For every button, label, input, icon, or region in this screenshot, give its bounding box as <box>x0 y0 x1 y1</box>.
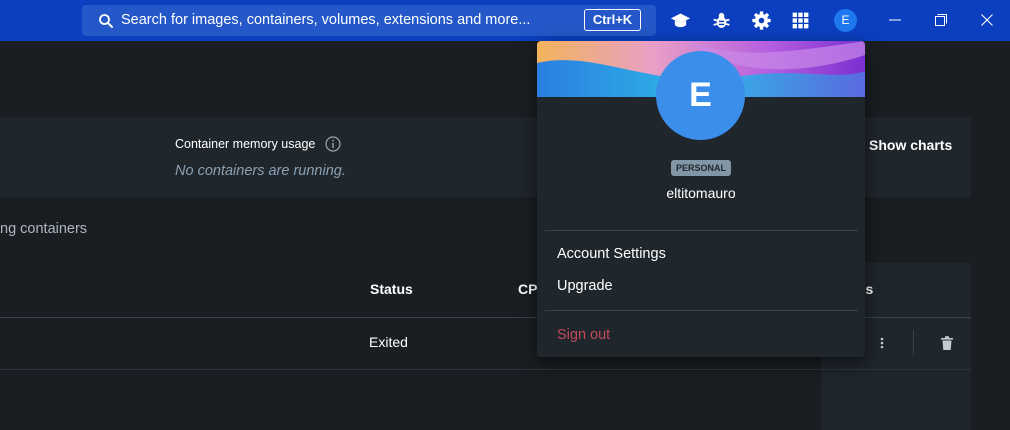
search-placeholder: Search for images, containers, volumes, … <box>121 12 531 28</box>
close-icon[interactable] <box>980 13 994 27</box>
table-row-status: Exited <box>369 334 408 350</box>
account-avatar-button[interactable]: E <box>834 9 857 32</box>
memory-empty-message: No containers are running. <box>175 163 346 179</box>
column-header-status[interactable]: Status <box>370 281 413 297</box>
delete-trash-icon[interactable] <box>940 335 954 351</box>
plan-badge: PERSONAL <box>671 160 731 176</box>
search-shortcut-badge: Ctrl+K <box>584 9 641 31</box>
show-charts-button[interactable]: Show charts <box>869 137 952 153</box>
column-header-cpu[interactable]: CP <box>518 281 537 297</box>
minimize-icon[interactable] <box>888 13 902 27</box>
settings-gear-icon[interactable] <box>751 10 772 31</box>
running-containers-toggle-label: ng containers <box>0 221 88 237</box>
menu-divider <box>545 310 858 311</box>
account-avatar: E <box>656 51 745 140</box>
account-settings-menu-item[interactable]: Account Settings <box>557 246 666 262</box>
table-divider <box>0 369 971 370</box>
account-menu: E PERSONAL eltitomauro Account Settings … <box>537 41 865 357</box>
memory-usage-title: Container memory usage <box>175 137 316 151</box>
info-icon[interactable] <box>325 136 341 152</box>
learning-center-icon[interactable] <box>670 10 691 31</box>
search-bar[interactable]: Search for images, containers, volumes, … <box>82 5 656 36</box>
actions-separator <box>913 330 914 355</box>
more-options-icon[interactable] <box>876 335 888 351</box>
upgrade-menu-item[interactable]: Upgrade <box>557 278 613 294</box>
troubleshoot-bug-icon[interactable] <box>711 10 732 31</box>
title-bar: Search for images, containers, volumes, … <box>0 0 1010 41</box>
search-icon <box>99 14 113 28</box>
sign-out-menu-item[interactable]: Sign out <box>557 327 610 343</box>
extensions-grid-icon[interactable] <box>790 10 811 31</box>
restore-icon[interactable] <box>934 13 948 27</box>
menu-divider <box>545 230 858 231</box>
username: eltitomauro <box>666 185 736 201</box>
